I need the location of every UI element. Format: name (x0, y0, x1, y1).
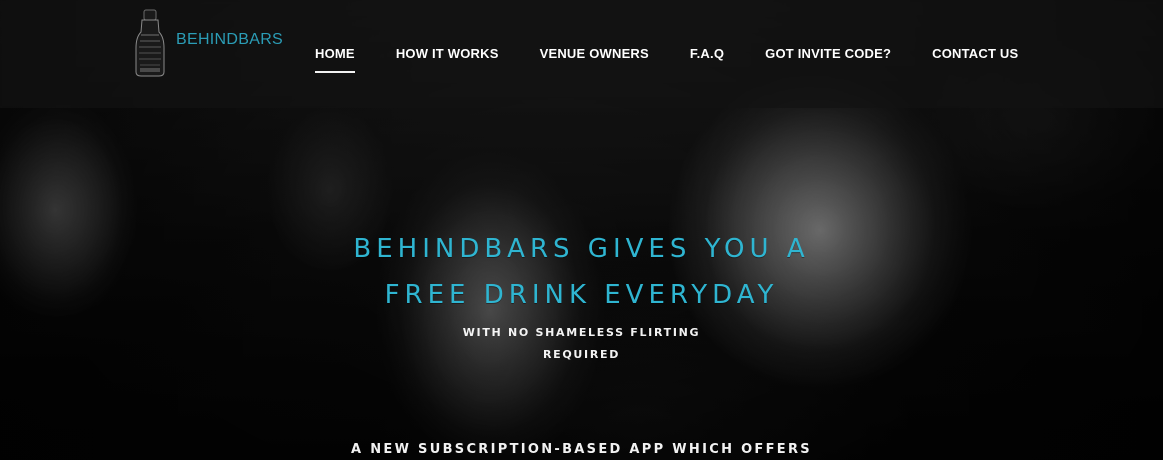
nav-item-home[interactable]: HOME (315, 47, 355, 73)
nav-menu: HOME HOW IT WORKS VENUE OWNERS F.A.Q GOT… (315, 0, 1018, 108)
nav-item-got-invite-code[interactable]: GOT INVITE CODE? (765, 47, 891, 60)
hero-subheadline-line-1: WITH NO SHAMELESS FLIRTING (462, 326, 701, 339)
hero-headline: BEHINDBARS GIVES YOU A FREE DRINK EVERYD… (0, 226, 1163, 318)
hero-subheadline-line-2: REQUIRED (542, 348, 621, 361)
nav-item-how-it-works[interactable]: HOW IT WORKS (396, 47, 499, 60)
top-navigation-bar: BEHINDBARS HOME HOW IT WORKS VENUE OWNER… (0, 0, 1163, 108)
nav-item-contact-us[interactable]: CONTACT US (932, 47, 1018, 60)
landing-page: BEHINDBARS HOME HOW IT WORKS VENUE OWNER… (0, 0, 1163, 460)
hero-headline-line-2: FREE DRINK EVERYDAY (384, 280, 779, 310)
brand-link[interactable]: BEHINDBARS (130, 8, 283, 78)
brand-name: BEHINDBARS (176, 31, 284, 48)
hero-subheadline: WITH NO SHAMELESS FLIRTING REQUIRED (0, 322, 1163, 366)
hero-headline-line-1: BEHINDBARS GIVES YOU A (353, 234, 810, 264)
hero-tagline: A NEW SUBSCRIPTION-BASED APP WHICH OFFER… (351, 442, 812, 457)
nav-item-faq[interactable]: F.A.Q (690, 47, 724, 60)
nav-item-venue-owners[interactable]: VENUE OWNERS (540, 47, 649, 60)
bottle-logo-icon (130, 8, 170, 78)
